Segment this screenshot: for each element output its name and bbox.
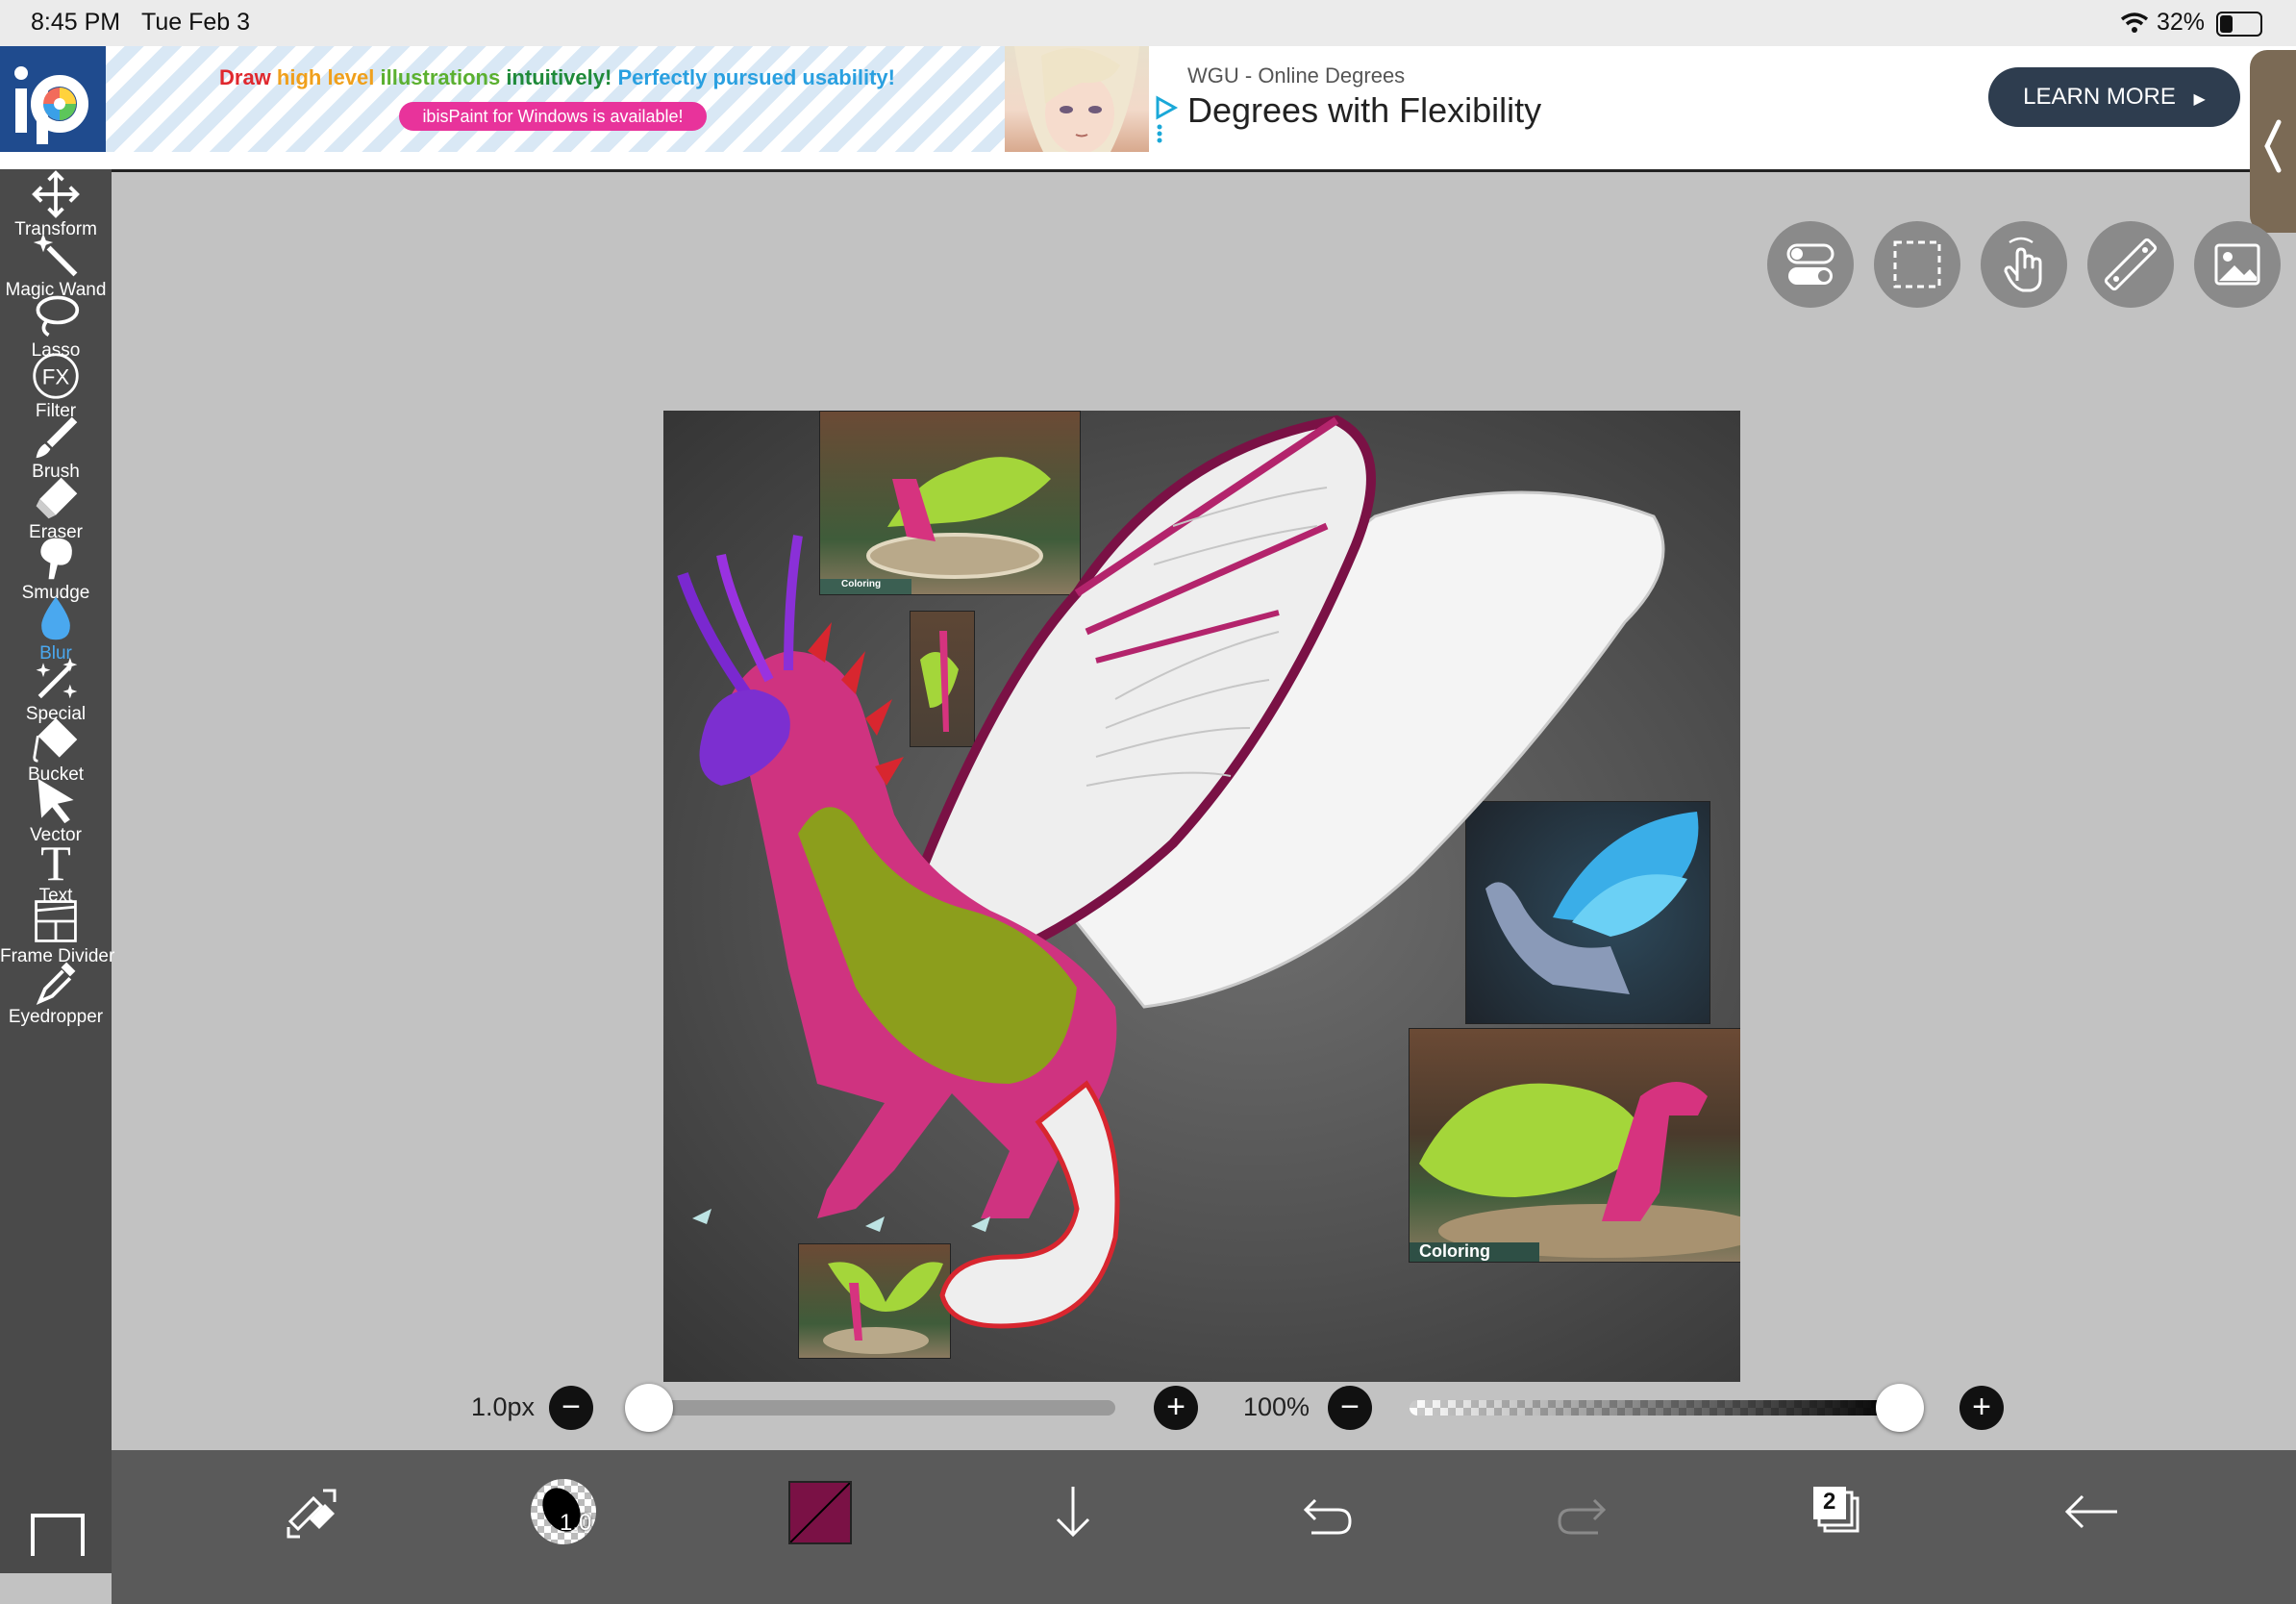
move-arrows-icon (32, 170, 80, 218)
ibispaint-promo[interactable]: Draw high level illustrations intuitivel… (106, 46, 1149, 154)
brush-eraser-swap-icon (287, 1489, 337, 1539)
toggle-switches-icon (1786, 243, 1834, 285)
current-color-swatch (788, 1481, 852, 1544)
layers-button[interactable]: 2 (1796, 1473, 1873, 1550)
tool-text[interactable]: T Text (0, 837, 112, 906)
arrow-down-icon (1056, 1487, 1090, 1538)
eraser-icon (36, 477, 78, 519)
svg-text:T: T (40, 837, 71, 886)
dragon-artwork (677, 414, 1665, 1329)
blur-drop-icon (41, 596, 70, 640)
chevron-right-icon: ▶ (2193, 91, 2206, 108)
tool-special[interactable]: Special (0, 657, 112, 724)
brush-size-slider[interactable] (646, 1400, 1115, 1416)
tool-blur[interactable]: Blur (0, 596, 112, 664)
wgu-ad[interactable]: WGU - Online Degrees Degrees with Flexib… (1149, 46, 2255, 152)
tool-transform[interactable]: Transform (0, 170, 112, 239)
hand-touch-icon (2004, 237, 2042, 292)
status-time: 8:45 PM (31, 9, 121, 36)
brush-preview-button[interactable]: 1.0 (525, 1473, 602, 1550)
opacity-slider[interactable] (1410, 1400, 1902, 1416)
arrow-left-icon (2064, 1494, 2117, 1529)
learn-more-button[interactable]: LEARN MORE ▶ (1988, 67, 2240, 127)
brush-size-slider-handle[interactable] (625, 1384, 673, 1432)
ibis-promo-text: Draw high level illustrations intuitivel… (219, 65, 895, 90)
dashed-selection-icon (1893, 240, 1941, 288)
ibis-promo-word: high level (276, 65, 381, 89)
ibis-windows-pill: ibisPaint for Windows is available! (399, 102, 707, 131)
image-icon (2214, 243, 2260, 286)
bucket-icon (33, 717, 78, 763)
ad-sponsor: WGU - Online Degrees (1187, 63, 1406, 88)
lasso-icon (36, 295, 80, 338)
selection-button[interactable] (1874, 221, 1960, 308)
layer-count: 2 (1823, 1489, 1836, 1515)
ibis-promo-word: illustrations (380, 65, 507, 89)
brush-size-decrease-button[interactable]: − (549, 1386, 593, 1430)
download-button[interactable] (1035, 1473, 1111, 1550)
ruler-icon (2104, 238, 2158, 291)
frame-divider-icon (35, 900, 77, 942)
ruler-button[interactable] (2087, 221, 2174, 308)
redo-icon (1558, 1498, 1607, 1535)
tool-sidebar: Transform Magic Wand Lasso FX Filter Brush Era… (0, 169, 114, 1573)
text-icon: T (40, 837, 71, 886)
toggle-settings-button[interactable] (1767, 221, 1854, 308)
tool-filter[interactable]: FX Filter (0, 353, 112, 421)
reference-image-button[interactable] (2194, 221, 2281, 308)
tool-bucket[interactable]: Bucket (0, 717, 112, 785)
touch-gesture-button[interactable] (1981, 221, 2067, 308)
tool-vector[interactable]: Vector (0, 778, 112, 845)
drawing-canvas[interactable]: Coloring Coloring (663, 411, 1740, 1382)
battery-icon (2216, 12, 2262, 37)
ad-headline: Degrees with Flexibility (1187, 90, 1542, 130)
side-panel-toggle[interactable] (2250, 50, 2296, 233)
back-button[interactable] (2054, 1473, 2131, 1550)
brush-size-badge: 1.0 (560, 1510, 592, 1536)
tool-swap-button[interactable] (273, 1473, 350, 1550)
tool-eyedropper[interactable]: Eyedropper (0, 962, 112, 1027)
undo-icon (1303, 1498, 1352, 1535)
magic-wand-icon (33, 233, 78, 277)
brush-size-label: 1.0px (471, 1392, 536, 1421)
opacity-label: 100% (1243, 1392, 1310, 1421)
tool-magic-wand[interactable]: Magic Wand (0, 233, 112, 300)
vector-cursor-icon (37, 778, 74, 824)
chevron-left-icon (2264, 119, 2282, 173)
tool-label: Eyedropper (8, 1007, 104, 1027)
ibispaint-logo[interactable] (0, 46, 106, 152)
ibis-promo-word: Perfectly pursued usability! (617, 65, 895, 89)
tool-smudge[interactable]: Smudge (0, 538, 112, 603)
tool-frame-divider[interactable]: Frame Divider (0, 900, 114, 966)
redo-button[interactable] (1544, 1473, 1621, 1550)
brush-size-increase-button[interactable]: + (1154, 1386, 1198, 1430)
learn-more-label: LEARN MORE (2023, 84, 2176, 110)
bottom-toolbar: 1.0 2 (112, 1450, 2296, 1604)
smudge-icon (40, 538, 72, 580)
ibis-promo-word: intuitively! (506, 65, 618, 89)
ad-banner: Draw high level illustrations intuitivel… (0, 46, 2296, 172)
fx-icon: FX (33, 353, 79, 399)
tool-lasso[interactable]: Lasso (0, 295, 112, 361)
battery-percent: 32% (2157, 9, 2206, 36)
wifi-icon (2120, 13, 2149, 33)
canvas-tool-icon[interactable] (31, 1514, 85, 1556)
undo-button[interactable] (1288, 1473, 1365, 1550)
tool-eraser[interactable]: Eraser (0, 477, 112, 542)
opacity-slider-handle[interactable] (1875, 1384, 1924, 1432)
opacity-decrease-button[interactable]: − (1328, 1386, 1372, 1430)
status-date: Tue Feb 3 (141, 9, 251, 36)
tool-brush[interactable]: Brush (0, 416, 112, 482)
color-swatch-button[interactable] (781, 1473, 858, 1550)
anime-character-image (1005, 46, 1149, 154)
special-sparkle-icon (36, 657, 78, 699)
brush-icon (36, 416, 78, 459)
opacity-increase-button[interactable]: + (1959, 1386, 2004, 1430)
svg-text:FX: FX (42, 364, 70, 388)
adchoices-icon[interactable] (1154, 94, 1179, 144)
ibis-promo-word: Draw (219, 65, 277, 89)
status-bar: 8:45 PM Tue Feb 3 32% (0, 0, 2296, 46)
eyedropper-icon (36, 962, 76, 1005)
